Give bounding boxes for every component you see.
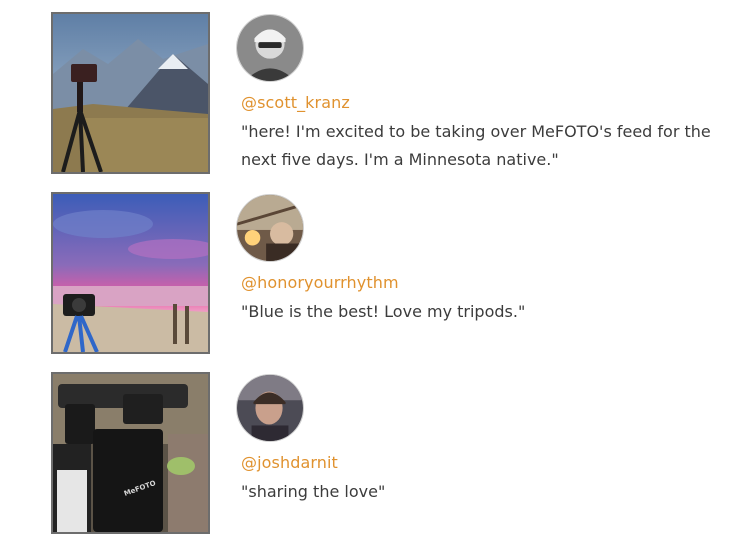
user-handle[interactable]: @honoryourrhythm [241,273,399,292]
post-quote: "here! I'm excited to be taking over MeF… [241,122,711,169]
user-avatar[interactable] [236,194,304,262]
user-handle[interactable]: @scott_kranz [241,93,350,112]
user-avatar[interactable] [236,14,304,82]
post-item: @honoryourrhythm "Blue is the best! Love… [0,192,750,358]
post-quote: "Blue is the best! Love my tripods." [241,302,526,321]
post-item: MeFOTO @joshdarnit "sharing the love" [0,372,750,538]
post-quote: "sharing the love" [241,482,386,501]
testimonial-feed: @scott_kranz "here! I'm excited to be ta… [0,0,750,549]
user-handle[interactable]: @joshdarnit [241,453,338,472]
post-photo-mountain-tripod[interactable] [51,12,210,174]
post-photo-tripod-heads[interactable]: MeFOTO [51,372,210,534]
post-photo-sunset-tripod[interactable] [51,192,210,354]
post-item: @scott_kranz "here! I'm excited to be ta… [0,12,750,178]
user-avatar[interactable] [236,374,304,442]
